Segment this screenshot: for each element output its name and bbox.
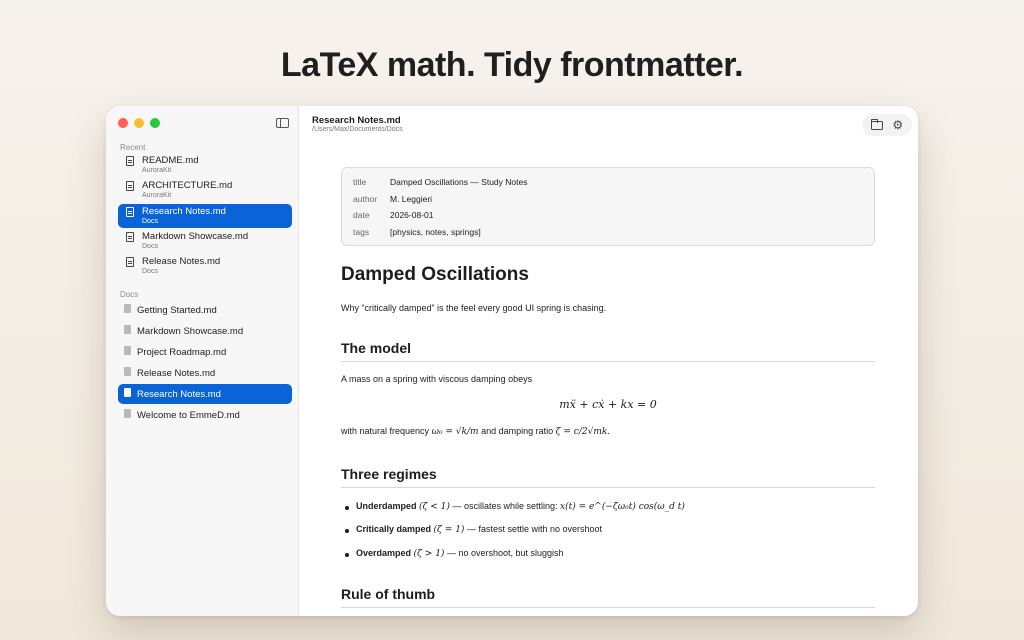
regime-formula: x(t) = e^(−ζω₀t) cos(ω_d t)	[560, 502, 685, 512]
math-inline: ω₀ = √k/m	[431, 427, 479, 437]
recent-item-name: Research Notes.md	[142, 206, 226, 217]
regime-description: — oscillates while settling:	[452, 501, 558, 511]
doc-item-markdown-showcase[interactable]: Markdown Showcase.md	[118, 321, 292, 341]
frontmatter-key: tags	[353, 227, 370, 237]
recent-item-markdown-showcase[interactable]: Markdown Showcase.md Docs	[118, 229, 292, 253]
zoom-button[interactable]	[150, 118, 160, 128]
regime-condition: (ζ < 1)	[419, 502, 450, 512]
file-icon	[124, 367, 131, 376]
frequency-paragraph: with natural frequency ω₀ = √k/m and dam…	[341, 426, 610, 437]
recent-item-name: Markdown Showcase.md	[142, 231, 249, 242]
equation-display: mẍ + cẋ + kx = 0	[559, 398, 657, 411]
sidebar-toggle-icon[interactable]	[276, 118, 289, 128]
doc-item-welcome[interactable]: Welcome to EmmeD.md	[118, 405, 292, 425]
math-inline: ζ = c/2√mk.	[555, 427, 611, 437]
doc-item-research-notes[interactable]: Research Notes.md	[118, 384, 292, 404]
recent-item-readme[interactable]: README.md AuroraKit	[118, 153, 292, 177]
minimize-button[interactable]	[134, 118, 144, 128]
heading-divider	[341, 487, 875, 488]
list-item-overdamped: Overdamped (ζ > 1) — no overshoot, but s…	[356, 548, 564, 559]
recent-section-label: Recent	[120, 143, 146, 152]
frontmatter-key: author	[353, 194, 378, 204]
sidebar: Recent README.md AuroraKit ARCHITECTURE.…	[106, 106, 299, 616]
doc-item-name: Welcome to EmmeD.md	[137, 410, 240, 421]
frontmatter-value: M. Leggieri	[390, 194, 433, 204]
doc-item-name: Release Notes.md	[137, 368, 216, 379]
doc-item-release-notes[interactable]: Release Notes.md	[118, 363, 292, 383]
heading-the-model: The model	[341, 340, 412, 356]
doc-item-name: Research Notes.md	[137, 389, 221, 400]
regime-condition: (ζ > 1)	[413, 549, 445, 559]
recent-item-project: Docs	[142, 268, 158, 275]
regime-name: Overdamped	[356, 548, 412, 558]
text-fragment: and damping ratio	[481, 426, 554, 436]
list-bullet	[345, 529, 349, 533]
doc-item-project-roadmap[interactable]: Project Roadmap.md	[118, 342, 292, 362]
recent-item-name: Release Notes.md	[142, 256, 221, 267]
recent-item-project: Docs	[142, 218, 158, 225]
document-content: title Damped Oscillations — Study Notes …	[341, 106, 875, 616]
heading-divider	[341, 607, 875, 608]
frontmatter-key: title	[353, 177, 367, 187]
file-icon	[124, 304, 131, 313]
heading-three-regimes: Three regimes	[341, 466, 437, 482]
heading-h1: Damped Oscillations	[341, 264, 529, 285]
recent-item-name: README.md	[142, 155, 199, 166]
recent-item-research-notes[interactable]: Research Notes.md Docs	[118, 204, 292, 228]
recent-item-architecture[interactable]: ARCHITECTURE.md AuroraKit	[118, 178, 292, 202]
close-button[interactable]	[118, 118, 128, 128]
heading-rule-of-thumb: Rule of thumb	[341, 586, 436, 602]
intro-paragraph: Why “critically damped” is the feel ever…	[341, 303, 607, 313]
recent-item-name: ARCHITECTURE.md	[142, 180, 233, 191]
recent-item-project: Docs	[142, 243, 158, 250]
document-icon	[126, 232, 134, 242]
app-window: Recent README.md AuroraKit ARCHITECTURE.…	[106, 106, 918, 616]
document-icon	[126, 257, 134, 267]
file-icon	[124, 346, 131, 355]
frontmatter-value: Damped Oscillations — Study Notes	[390, 177, 528, 187]
list-bullet	[345, 553, 349, 557]
list-item-underdamped: Underdamped (ζ < 1) — oscillates while s…	[356, 501, 685, 512]
file-icon	[124, 325, 131, 334]
frontmatter-value: 2026-08-01	[390, 210, 434, 220]
document-icon	[126, 207, 134, 217]
window-controls	[118, 118, 160, 128]
regime-description: — fastest settle with no overshoot	[466, 524, 603, 534]
recent-item-release-notes[interactable]: Release Notes.md Docs	[118, 254, 292, 278]
doc-item-name: Project Roadmap.md	[137, 347, 227, 358]
document-icon	[126, 156, 134, 166]
regime-name: Underdamped	[356, 501, 417, 511]
frontmatter-value: [physics, notes, springs]	[390, 227, 481, 237]
doc-item-getting-started[interactable]: Getting Started.md	[118, 300, 292, 320]
list-bullet	[345, 506, 349, 510]
doc-item-name: Markdown Showcase.md	[137, 326, 244, 337]
recent-item-project: AuroraKit	[142, 167, 172, 174]
heading-divider	[341, 361, 875, 362]
frontmatter-card: title Damped Oscillations — Study Notes …	[341, 167, 875, 246]
regime-description: — no overshoot, but sluggish	[446, 548, 564, 558]
docs-section-label: Docs	[120, 290, 139, 299]
model-paragraph: A mass on a spring with viscous damping …	[341, 374, 533, 384]
document-icon	[126, 181, 134, 191]
file-icon	[124, 388, 131, 397]
recent-item-project: AuroraKit	[142, 192, 172, 199]
headline: LaTeX math. Tidy frontmatter.	[280, 46, 744, 84]
text-fragment: with natural frequency	[341, 426, 430, 436]
file-icon	[124, 409, 131, 418]
regime-condition: (ζ = 1)	[433, 525, 465, 535]
regime-name: Critically damped	[356, 524, 432, 534]
list-item-critically-damped: Critically damped (ζ = 1) — fastest sett…	[356, 524, 602, 535]
gear-icon[interactable]: ⚙	[892, 119, 903, 131]
frontmatter-key: date	[353, 210, 370, 220]
doc-item-name: Getting Started.md	[137, 305, 217, 316]
